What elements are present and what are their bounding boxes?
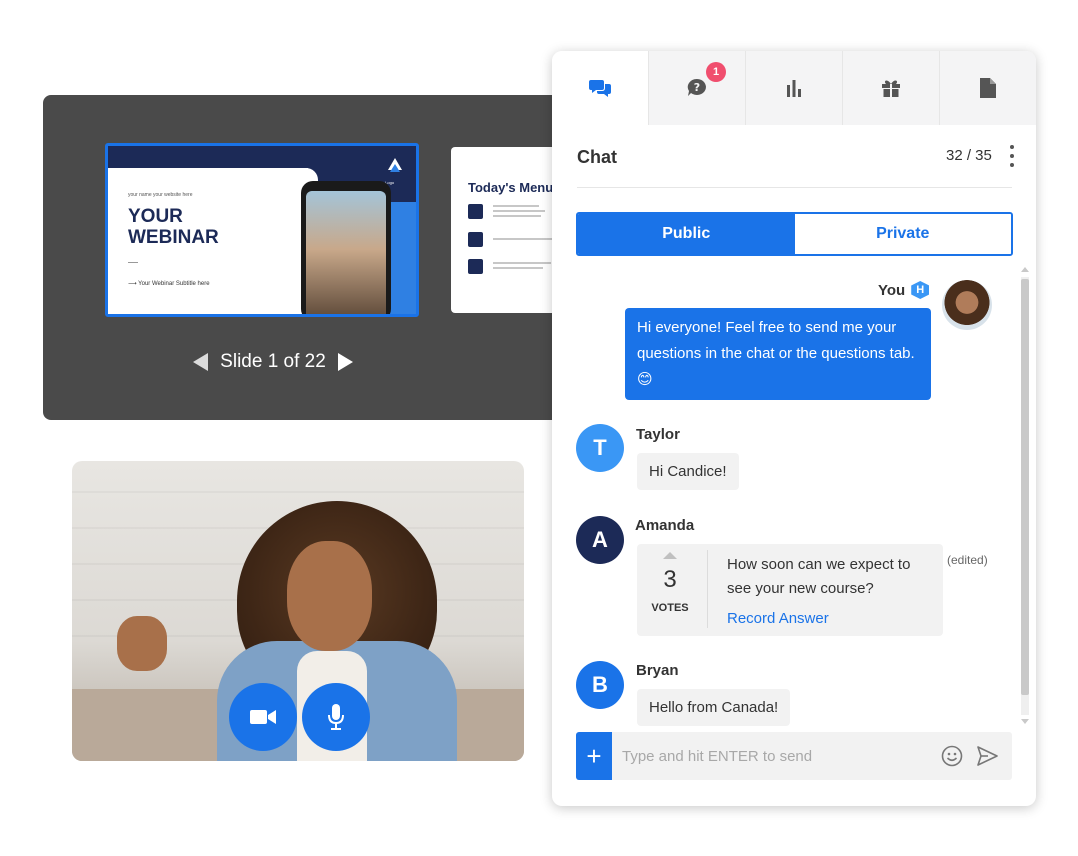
svg-text:?: ?: [694, 81, 700, 94]
public-tab[interactable]: Public: [578, 214, 795, 254]
chat-scrollbar[interactable]: [1020, 267, 1030, 727]
chat-panel: ? 1 Chat 32 / 35 Public Private You H Hi…: [552, 51, 1036, 806]
attendee-count: 32 / 35: [946, 147, 992, 164]
more-options-icon[interactable]: [1007, 143, 1017, 169]
checkbox-icon: [468, 232, 483, 247]
tab-questions[interactable]: ? 1: [648, 51, 745, 125]
message-bubble: Hi Candice!: [637, 453, 739, 490]
slide-logo-icon: [380, 156, 410, 180]
slide-counter: Slide 1 of 22: [220, 351, 326, 372]
next-slide-thumbnail[interactable]: Today's Menu: [451, 147, 563, 313]
avatar: T: [576, 424, 624, 472]
checkbox-icon: [468, 204, 483, 219]
presenter-hand: [117, 616, 167, 671]
message-composer: +: [576, 732, 1012, 780]
sender-name: Taylor: [636, 426, 680, 443]
avatar-initial: T: [593, 435, 607, 460]
chat-title: Chat: [577, 147, 617, 167]
record-answer-link[interactable]: Record Answer: [727, 610, 829, 627]
slide-phone-image: [301, 181, 391, 314]
host-sender-row: You H: [878, 281, 930, 299]
avatar: A: [576, 516, 624, 564]
avatar-initial: B: [592, 672, 608, 697]
scroll-down-icon[interactable]: [1021, 719, 1029, 724]
tab-offers[interactable]: [842, 51, 939, 125]
sender-name: You: [878, 281, 906, 299]
slide-navigation: Slide 1 of 22: [43, 347, 503, 377]
edited-label: (edited): [947, 553, 988, 567]
current-slide-thumbnail[interactable]: your name your website here YOUR WEBINAR…: [105, 143, 419, 317]
slide-viewer: your name your website here YOUR WEBINAR…: [43, 95, 563, 420]
sender-name: Bryan: [636, 662, 679, 679]
slide-title-line1: YOUR: [128, 206, 183, 227]
next-slide-icon[interactable]: [337, 353, 353, 371]
slide-blue-block: [388, 202, 416, 314]
microphone-icon: [328, 704, 344, 730]
header-divider: [577, 187, 1012, 188]
sidebar-tabs: ? 1: [552, 51, 1036, 125]
microphone-toggle-button[interactable]: [302, 683, 370, 751]
avatar-initial: A: [592, 527, 608, 552]
scroll-up-icon[interactable]: [1021, 267, 1029, 272]
checkbox-icon: [468, 259, 483, 274]
text-line: [493, 238, 553, 240]
slide-subtitle-text: Your Webinar Subtitle here: [138, 281, 210, 287]
camera-toggle-button[interactable]: [229, 683, 297, 751]
text-line: [493, 215, 541, 217]
slide-subtitle: ⟶ Your Webinar Subtitle here: [128, 281, 210, 287]
presenter-face: [287, 541, 372, 651]
questions-badge: 1: [706, 62, 726, 82]
slide-title: YOUR WEBINAR: [128, 206, 268, 248]
message-input[interactable]: [622, 744, 922, 768]
text-line: [493, 210, 545, 212]
tab-handouts[interactable]: [939, 51, 1036, 125]
message-bubble: Hello from Canada!: [637, 689, 791, 726]
chat-visibility-toggle: Public Private: [576, 212, 1013, 256]
host-badge-icon: H: [911, 281, 930, 299]
avatar: B: [576, 661, 624, 709]
attach-plus-button[interactable]: +: [576, 732, 612, 780]
votes-label: VOTES: [651, 602, 689, 614]
tab-chat[interactable]: [552, 51, 648, 125]
bar-chart-icon: [787, 80, 801, 97]
sender-name: Amanda: [635, 517, 695, 534]
scroll-thumb[interactable]: [1021, 279, 1029, 695]
upvote-icon[interactable]: [663, 552, 677, 559]
message-list: You H Hi everyone! Feel free to send me …: [552, 267, 1018, 727]
question-card: 3 VOTES How soon can we expect to see yo…: [637, 544, 943, 636]
vote-count: 3: [663, 566, 677, 593]
gift-icon: [882, 80, 900, 97]
tab-polls[interactable]: [745, 51, 842, 125]
emoji-icon[interactable]: [941, 745, 963, 767]
text-line: [493, 262, 551, 264]
vote-divider: [707, 550, 708, 628]
text-line: [493, 267, 543, 269]
next-slide-title: Today's Menu: [468, 180, 554, 195]
video-camera-icon: [250, 710, 276, 724]
phone-screen-photo: [306, 191, 386, 314]
document-icon: [980, 78, 996, 98]
host-message-bubble: Hi everyone! Feel free to send me your q…: [625, 308, 931, 400]
private-tab[interactable]: Private: [794, 214, 1011, 254]
slide-title-line2: WEBINAR: [128, 227, 219, 248]
text-line: [493, 205, 539, 207]
previous-slide-icon[interactable]: [193, 353, 209, 371]
question-text: How soon can we expect to see your new c…: [727, 556, 911, 597]
question-bubble-icon: ?: [687, 78, 706, 96]
chat-bubbles-icon: [589, 80, 611, 97]
slide-divider: [128, 262, 138, 263]
send-icon[interactable]: [976, 745, 998, 767]
host-avatar: [942, 280, 992, 330]
slide-small-caption: your name your website here: [128, 192, 193, 198]
presenter-video: [72, 461, 524, 761]
